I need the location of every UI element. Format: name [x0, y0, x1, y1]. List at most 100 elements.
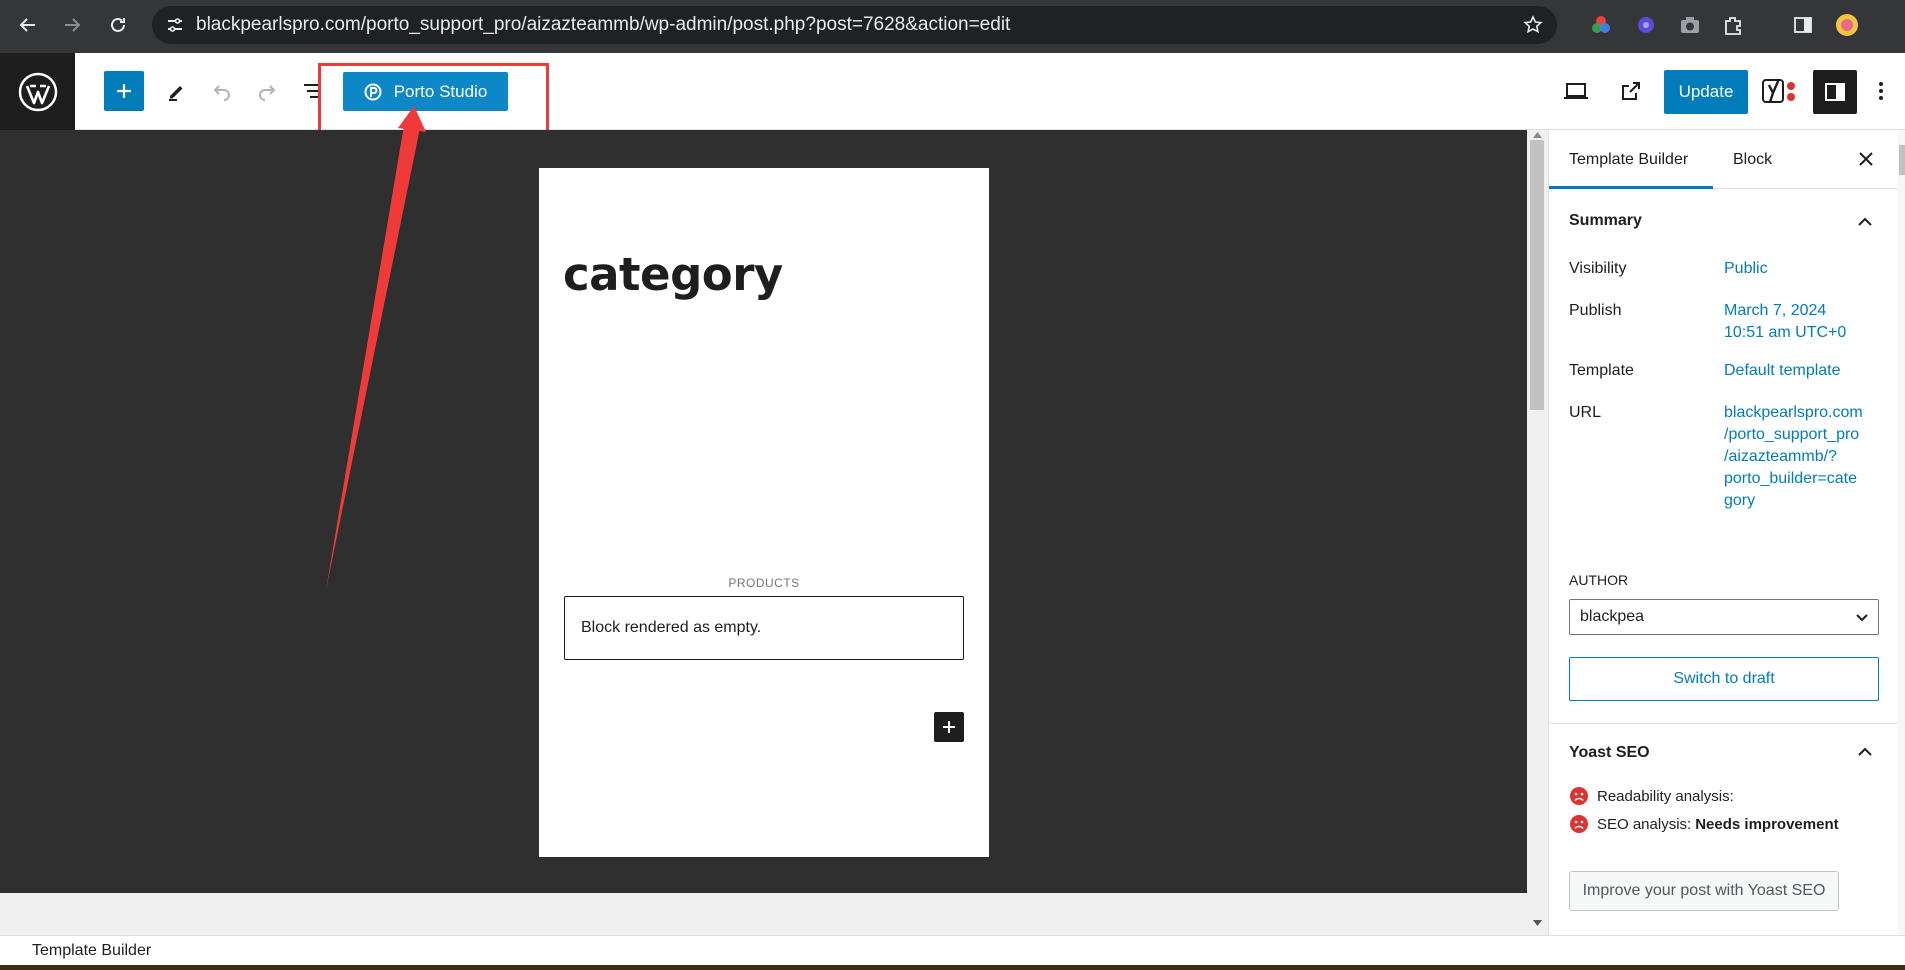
- products-block[interactable]: Block rendered as empty.: [564, 596, 964, 660]
- author-select[interactable]: blackpea: [1569, 599, 1879, 635]
- tools-button[interactable]: [157, 71, 197, 111]
- laptop-icon: [1564, 83, 1588, 99]
- site-info-icon: [168, 18, 182, 32]
- plus-icon: [117, 84, 131, 98]
- publish-time: 10:51 am UTC+0: [1724, 324, 1847, 341]
- taskbar-strip: [0, 965, 1905, 970]
- visibility-value[interactable]: Public: [1724, 258, 1874, 280]
- sidebar-icon: [1825, 83, 1845, 101]
- reload-button[interactable]: [102, 9, 134, 41]
- external-link-icon: [1622, 82, 1640, 100]
- settings-sidebar: Template Builder Block Summary Visibilit…: [1548, 130, 1905, 935]
- summary-panel-title[interactable]: Summary: [1569, 212, 1642, 230]
- more-vertical-icon: [1879, 82, 1883, 100]
- url-line: /aizazteammb/?: [1724, 448, 1837, 465]
- sidebar-scroll-thumb[interactable]: [1899, 145, 1905, 175]
- url-line: /porto_support_pro: [1724, 426, 1860, 443]
- visibility-label: Visibility: [1569, 260, 1627, 277]
- seo-value: Needs improvement: [1695, 815, 1839, 833]
- porto-logo-icon: [364, 83, 382, 100]
- wordpress-logo[interactable]: [0, 53, 75, 130]
- url-value[interactable]: blackpearlspro.com /porto_support_pro /a…: [1724, 402, 1874, 512]
- redo-button[interactable]: [247, 71, 287, 111]
- gear-extension-icon[interactable]: [1633, 12, 1659, 38]
- author-label: AUTHOR: [1569, 572, 1629, 588]
- canvas-bottom-area: [0, 893, 1527, 935]
- seo-row: SEO analysis: Needs improvement: [1569, 814, 1839, 834]
- readability-label: Readability analysis:: [1597, 787, 1734, 805]
- editor-page[interactable]: category PRODUCTS Block rendered as empt…: [539, 168, 989, 857]
- switch-to-draft-button[interactable]: Switch to draft: [1569, 657, 1879, 701]
- publish-date: March 7, 2024: [1724, 302, 1827, 319]
- arrow-left-icon: [19, 18, 35, 32]
- plus-icon: [943, 721, 955, 733]
- breadcrumb[interactable]: Template Builder: [32, 936, 151, 966]
- arrow-right-icon: [65, 18, 81, 32]
- profile-avatar-icon[interactable]: [1834, 12, 1860, 38]
- address-bar[interactable]: blackpearlspro.com/porto_support_pro/aiz…: [152, 6, 1557, 44]
- redo-icon: [259, 85, 276, 101]
- color-extension-icon[interactable]: [1588, 12, 1614, 38]
- sidebar-tabs: Template Builder Block: [1549, 130, 1898, 189]
- options-menu-button[interactable]: [1866, 71, 1896, 111]
- undo-button[interactable]: [202, 71, 242, 111]
- porto-studio-label: Porto Studio: [393, 81, 488, 101]
- close-sidebar-button[interactable]: [1854, 147, 1878, 171]
- view-post-button[interactable]: [1611, 71, 1651, 111]
- template-label: Template: [1569, 362, 1634, 379]
- panel-divider: [1549, 723, 1898, 724]
- pencil-icon: [169, 86, 183, 101]
- porto-studio-button[interactable]: Porto Studio: [343, 72, 508, 111]
- readability-row: Readability analysis:: [1569, 786, 1734, 806]
- empty-block-message: Block rendered as empty.: [581, 619, 762, 636]
- url-line: blackpearlspro.com: [1724, 404, 1863, 421]
- inline-add-block-button[interactable]: [934, 712, 964, 742]
- back-button[interactable]: [12, 9, 44, 41]
- close-icon: [1859, 152, 1873, 166]
- settings-sidebar-toggle[interactable]: [1813, 70, 1857, 114]
- canvas-scroll-thumb[interactable]: [1530, 140, 1544, 410]
- wordpress-icon: [18, 72, 57, 111]
- camera-extension-icon[interactable]: [1677, 12, 1703, 38]
- update-button[interactable]: Update: [1664, 70, 1748, 114]
- side-panel-icon[interactable]: [1790, 12, 1816, 38]
- url-text: blackpearlspro.com/porto_support_pro/aiz…: [196, 14, 1011, 35]
- chevron-up-icon[interactable]: [1855, 212, 1875, 232]
- publish-date-value[interactable]: March 7, 2024 10:51 am UTC+0: [1724, 300, 1874, 344]
- chevron-down-icon: [1856, 614, 1868, 622]
- improve-yoast-button[interactable]: Improve your post with Yoast SEO: [1569, 871, 1839, 911]
- scroll-down-icon: [1533, 920, 1542, 926]
- undo-icon: [213, 85, 230, 101]
- browser-chrome: blackpearlspro.com/porto_support_pro/aiz…: [0, 0, 1905, 53]
- yoast-panel-title[interactable]: Yoast SEO: [1569, 744, 1650, 762]
- sad-face-icon: [1570, 787, 1588, 805]
- seo-label: SEO analysis:: [1597, 815, 1692, 833]
- tab-block[interactable]: Block: [1733, 130, 1772, 189]
- sad-face-icon: [1570, 815, 1588, 833]
- bookmark-star-icon[interactable]: [1523, 15, 1543, 35]
- url-label: URL: [1569, 404, 1602, 421]
- yoast-toolbar-button[interactable]: [1761, 71, 1801, 111]
- sidebar-scrollbar[interactable]: [1898, 130, 1905, 935]
- page-title[interactable]: category: [563, 248, 783, 301]
- tab-template-builder[interactable]: Template Builder: [1549, 130, 1713, 189]
- template-value[interactable]: Default template: [1724, 360, 1874, 382]
- editor-header: Porto Studio Update: [0, 53, 1905, 137]
- preview-device-button[interactable]: [1556, 71, 1596, 111]
- extensions-puzzle-icon[interactable]: [1720, 12, 1746, 38]
- canvas-scrollbar[interactable]: [1527, 130, 1548, 935]
- document-overview-button[interactable]: [292, 71, 332, 111]
- url-line: gory: [1724, 492, 1756, 509]
- yoast-icon: [1762, 78, 1795, 103]
- list-view-icon: [304, 84, 321, 98]
- reload-icon: [111, 17, 125, 32]
- publish-label: Publish: [1569, 302, 1622, 319]
- forward-button[interactable]: [56, 9, 88, 41]
- chevron-up-icon[interactable]: [1855, 742, 1875, 762]
- scroll-up-icon: [1533, 132, 1542, 138]
- products-block-label: PRODUCTS: [728, 576, 800, 590]
- author-value: blackpea: [1580, 608, 1645, 625]
- editor-footer: Template Builder: [0, 935, 1905, 965]
- url-line: porto_builder=cate: [1724, 470, 1857, 487]
- add-block-button[interactable]: [104, 71, 144, 111]
